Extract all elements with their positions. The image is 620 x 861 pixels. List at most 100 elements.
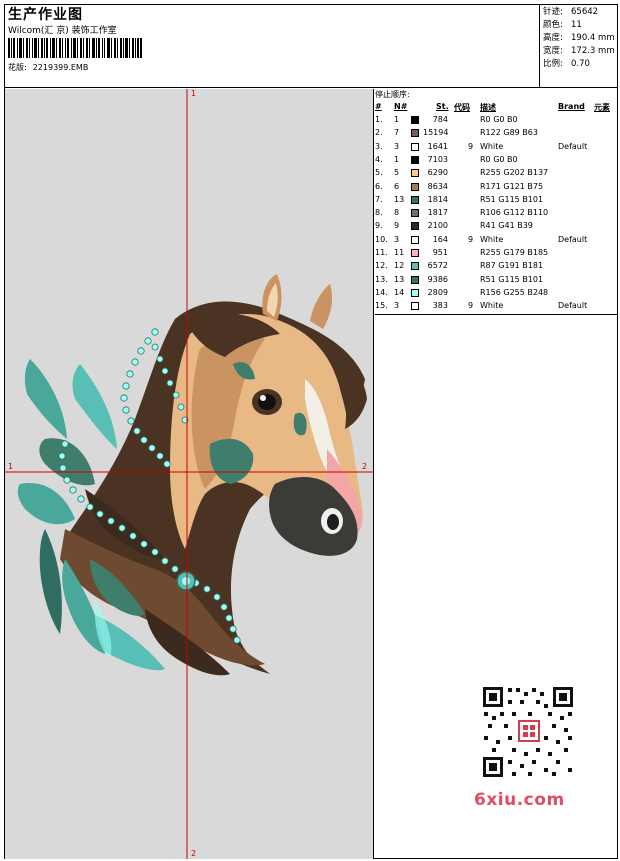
color-stop-row: 3. 3 1641 9 White Default bbox=[375, 142, 618, 155]
color-stop-row: 9. 9 2100 R41 G41 B39 bbox=[375, 221, 618, 234]
col-stitches: St. bbox=[436, 102, 449, 111]
color-table-title: 停止顺序: bbox=[375, 90, 410, 99]
stop-number: 13. bbox=[375, 274, 388, 284]
stitch-count: 8634 bbox=[427, 181, 448, 191]
stop-number: 7. bbox=[375, 194, 383, 204]
needle-number: 3 bbox=[394, 141, 400, 151]
color-swatch bbox=[411, 249, 419, 257]
color-description: White bbox=[480, 141, 504, 151]
color-description: R51 G115 B101 bbox=[480, 274, 544, 284]
horse-embroidery-illustration bbox=[5, 89, 373, 859]
color-stop-row: 2. 7 15194 R122 G89 B63 bbox=[375, 128, 618, 141]
color-swatch bbox=[411, 288, 419, 297]
color-code: 9 bbox=[468, 234, 474, 244]
stat-colors: 颜色: 11 bbox=[543, 20, 582, 30]
needle-number: 8 bbox=[394, 208, 400, 218]
needle-number: 1 bbox=[394, 154, 400, 164]
color-stop-row: 4. 1 7103 R0 G0 B0 bbox=[375, 155, 618, 168]
pattern-info: 花版: 2219399.EMB bbox=[8, 62, 88, 73]
stitch-count: 2809 bbox=[427, 287, 448, 297]
color-description: R51 G115 B101 bbox=[480, 194, 544, 204]
stitch-count: 7103 bbox=[427, 154, 448, 164]
pattern-file: 2219399.EMB bbox=[32, 63, 89, 72]
stop-number: 4. bbox=[375, 154, 383, 164]
stitch-count: 9386 bbox=[427, 274, 448, 284]
color-description: R255 G179 B185 bbox=[480, 248, 549, 257]
needle-number: 13 bbox=[394, 194, 405, 204]
stitch-count: 164 bbox=[432, 234, 448, 244]
stitch-count: 1817 bbox=[427, 208, 448, 218]
qr-code bbox=[482, 686, 574, 778]
color-stop-row: 11. 11 951 R255 G179 B185 bbox=[375, 248, 618, 261]
needle-number: 13 bbox=[394, 274, 405, 284]
color-description: R87 G191 B181 bbox=[480, 261, 544, 271]
color-swatch bbox=[411, 129, 419, 138]
color-stop-row: 7. 13 1814 R51 G115 B101 bbox=[375, 195, 618, 208]
color-swatch bbox=[411, 209, 419, 218]
needle-number: 14 bbox=[394, 287, 405, 297]
stitch-count: 2100 bbox=[427, 221, 448, 231]
stop-number: 3. bbox=[375, 141, 383, 151]
needle-number: 9 bbox=[394, 221, 400, 231]
color-description: R156 G255 B248 bbox=[480, 287, 549, 297]
color-swatch bbox=[411, 222, 419, 231]
stitch-count: 6290 bbox=[427, 168, 448, 178]
stop-number: 1. bbox=[375, 115, 383, 124]
header-bottom-rule bbox=[4, 87, 618, 88]
needle-number: 3 bbox=[394, 234, 400, 244]
stitch-count: 15194 bbox=[423, 128, 449, 138]
stop-number: 2. bbox=[375, 128, 383, 138]
col-code: 代码 bbox=[454, 103, 470, 112]
watermark-text: 6xiu.com bbox=[474, 790, 565, 810]
design-preview: 1 2 1 2 bbox=[5, 89, 374, 859]
col-desc: 描述 bbox=[480, 103, 496, 112]
color-swatch bbox=[411, 169, 419, 178]
stitch-count: 784 bbox=[432, 115, 448, 124]
needle-number: 3 bbox=[394, 301, 400, 311]
color-description: R0 G0 B0 bbox=[480, 154, 518, 164]
needle-number: 5 bbox=[394, 168, 400, 178]
thread-brand: Default bbox=[558, 301, 588, 311]
color-swatch bbox=[411, 302, 419, 311]
color-stop-row: 12. 12 6572 R87 G191 B181 bbox=[375, 261, 618, 274]
color-stop-row: 1. 1 784 R0 G0 B0 bbox=[375, 115, 618, 128]
color-description: White bbox=[480, 234, 504, 244]
stat-height: 高度: 190.4 mm bbox=[543, 33, 615, 43]
color-swatch bbox=[411, 116, 419, 124]
barcode bbox=[8, 38, 142, 58]
color-stop-row: 8. 8 1817 R106 G112 B110 bbox=[375, 208, 618, 221]
color-stop-row: 6. 6 8634 R171 G121 B75 bbox=[375, 182, 618, 195]
needle-number: 11 bbox=[394, 248, 405, 257]
stat-scale: 比例: 0.70 bbox=[543, 59, 590, 69]
stop-number: 10. bbox=[375, 234, 388, 244]
color-code: 9 bbox=[468, 301, 474, 311]
sheet-title: 生产作业图 bbox=[8, 7, 83, 23]
color-description: R106 G112 B110 bbox=[480, 208, 549, 218]
thread-brand: Default bbox=[558, 234, 588, 244]
feather bbox=[24, 359, 67, 439]
color-swatch bbox=[411, 275, 419, 284]
stitch-count: 951 bbox=[432, 248, 448, 257]
mark-left: 1 bbox=[8, 462, 14, 471]
color-description: R255 G202 B137 bbox=[480, 168, 549, 178]
col-needle: N# bbox=[394, 102, 408, 111]
mark-right: 2 bbox=[362, 462, 368, 471]
color-swatch bbox=[411, 235, 419, 244]
color-stop-row: 14. 14 2809 R156 G255 B248 bbox=[375, 288, 618, 301]
col-brand: Brand bbox=[558, 102, 585, 111]
col-num: # bbox=[375, 102, 382, 111]
stitch-count: 383 bbox=[432, 301, 448, 311]
stop-number: 8. bbox=[375, 208, 383, 218]
color-description: R41 G41 B39 bbox=[480, 221, 533, 231]
stop-number: 9. bbox=[375, 221, 383, 231]
mark-bottom: 2 bbox=[191, 849, 197, 858]
color-table-bottom-rule bbox=[375, 314, 618, 315]
color-stop-row: 13. 13 9386 R51 G115 B101 bbox=[375, 275, 618, 288]
color-table-header: # N# St. 代码 描述 Brand 元素 bbox=[375, 102, 618, 113]
color-stop-row: 15. 3 383 9 White Default bbox=[375, 301, 618, 314]
color-swatch bbox=[411, 142, 419, 151]
color-stop-row: 10. 3 164 9 White Default bbox=[375, 235, 618, 248]
thread-brand: Default bbox=[558, 141, 588, 151]
color-description: R122 G89 B63 bbox=[480, 128, 538, 138]
color-stop-row: 5. 5 6290 R255 G202 B137 bbox=[375, 168, 618, 181]
